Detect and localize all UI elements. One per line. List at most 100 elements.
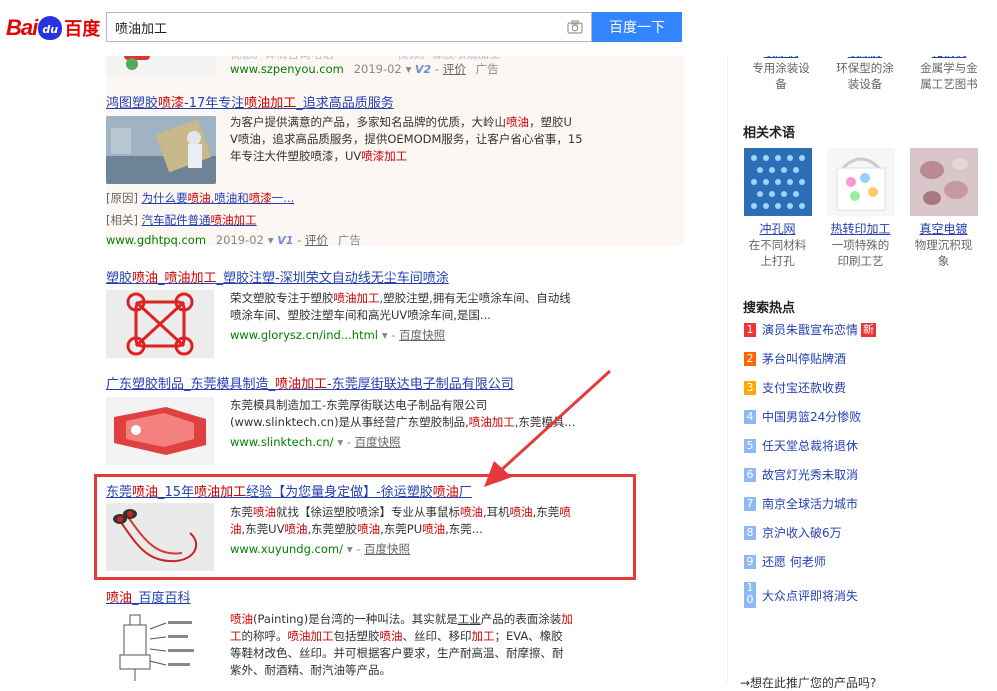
snapshot-link[interactable]: 百度快照 <box>355 435 401 449</box>
hot-text[interactable]: 茅台叫停贴牌酒 <box>762 350 846 367</box>
result-title[interactable]: 鸿图塑胶喷漆-17年专注喷油加工_追求高品质服务 <box>106 92 394 111</box>
hot-rank: 7 <box>744 496 756 511</box>
search-input[interactable] <box>107 13 563 41</box>
result-desc: 为客户提供满意的产品，多家知名品牌的优质，大岭山喷油，塑胶U V喷油，追求高品质服… <box>230 114 590 165</box>
result-thumbnail[interactable] <box>106 609 216 683</box>
related-desc: 象 <box>937 254 950 268</box>
baidu-logo[interactable]: Bai du 百度 <box>6 10 100 46</box>
result-url[interactable]: www.xuyundg.com/ <box>230 542 343 556</box>
result-title[interactable]: 塑胶喷油_喷油加工_塑胶注塑-深圳荣文自动线无尘车间喷涂 <box>106 267 449 286</box>
thumbnail-image <box>106 116 216 184</box>
sub-label: [原因] <box>106 191 138 205</box>
hot-text[interactable]: 中国男篮24分惨败 <box>762 408 861 425</box>
related-name[interactable]: 热转印加工 <box>823 220 898 237</box>
related-name[interactable]: 冲孔网 <box>740 220 815 237</box>
hot-rank: 4 <box>744 409 756 424</box>
title-part: 东莞 <box>106 485 133 500</box>
dropdown-icon[interactable]: ▾ <box>337 435 346 449</box>
desc-part: ,东莞 <box>532 505 560 519</box>
logo-text: Bai <box>6 15 38 40</box>
title-highlight: 喷油 <box>132 485 159 500</box>
result-title[interactable]: 喷油_百度百科 <box>106 587 191 606</box>
desc-part: 荣文塑胶专注于塑胶 <box>230 291 334 305</box>
dropdown-icon[interactable]: ▾ <box>268 233 277 247</box>
eval-link[interactable]: 评价 <box>443 62 466 76</box>
result-url[interactable]: www.gdhtpq.com <box>106 233 206 247</box>
logo-paw-text: du <box>42 23 59 36</box>
desc-highlight: 喷油 <box>230 612 253 626</box>
hot-item[interactable]: 3 支付宝还款收费 <box>744 379 846 396</box>
snapshot-link[interactable]: 百度快照 <box>364 542 410 556</box>
v-badge[interactable]: V1 <box>277 234 293 247</box>
title-highlight: 喷油加工 <box>164 271 217 286</box>
related-desc: 物理沉积现 <box>914 238 973 252</box>
hot-item[interactable]: 1 演员朱戬宣布恋情新 <box>744 321 877 338</box>
desc-highlight: 加工 <box>471 629 495 643</box>
result-title[interactable]: 广东塑胶制品_东莞模具制造_喷油加工-东莞厚街联达电子制品有限公司 <box>106 373 514 392</box>
related-card[interactable]: 真空电镀 物理沉积现 象 <box>906 148 981 269</box>
hot-item[interactable]: 7 南京全球活力城市 <box>744 495 858 512</box>
dropdown-icon[interactable]: ▾ <box>347 542 356 556</box>
hot-rank: 8 <box>744 525 756 540</box>
hot-item[interactable]: 10 大众点评即将消失 <box>744 582 858 608</box>
desc-link-text: 工业 <box>457 612 481 626</box>
title-part: _百度百科 <box>132 591 191 606</box>
hot-text[interactable]: 支付宝还款收费 <box>762 379 846 396</box>
result-url[interactable]: www.szpenyou.com <box>230 62 344 76</box>
sub-link[interactable]: 为什么要喷油,喷油和喷漆一... <box>142 191 295 205</box>
hot-text[interactable]: 大众点评即将消失 <box>762 587 858 604</box>
search-button[interactable]: 百度一下 <box>592 12 682 42</box>
dropdown-icon[interactable]: ▾ <box>406 62 415 76</box>
desc-part: ,东莞PU <box>380 522 423 536</box>
hot-item[interactable]: 5 任天堂总裁将退休 <box>744 437 858 454</box>
sub-part: 汽车配件普通 <box>141 213 211 227</box>
top-card-desc: 金属学与金 <box>920 61 978 75</box>
hot-rank: 6 <box>744 467 756 482</box>
related-card[interactable]: 冲孔网 在不同材料 上打孔 <box>740 148 815 269</box>
hot-item[interactable]: 4 中国男篮24分惨败 <box>744 408 861 425</box>
result-thumbnail[interactable] <box>106 290 214 358</box>
dropdown-icon[interactable]: ▾ <box>382 328 391 342</box>
thumbnail-image <box>106 290 214 358</box>
result-title[interactable]: 东莞喷油_15年喷油加工经验【为您量身定做】-徐运塑胶喷油厂 <box>106 481 472 500</box>
result-desc: 东莞喷油就找【徐运塑胶喷涂】专业从事鼠标喷油,耳机喷油,东莞喷 油,东莞UV喷油,… <box>230 504 595 538</box>
paw-icon: du <box>38 16 63 40</box>
hot-item[interactable]: 9 还愿 何老师 <box>744 553 826 570</box>
hot-text[interactable]: 京沪收入破6万 <box>762 524 842 541</box>
eval-link[interactable]: 评价 <box>305 233 328 247</box>
v-badge[interactable]: V2 <box>415 63 431 76</box>
result-url[interactable]: www.glorysz.cn/ind...html <box>230 328 378 342</box>
hot-item[interactable]: 8 京沪收入破6万 <box>744 524 842 541</box>
top-card-desc: 属工艺图书 <box>920 77 978 91</box>
desc-part: 、丝印、移印 <box>402 629 472 643</box>
hot-text[interactable]: 故宫灯光秀未取消 <box>762 466 858 483</box>
hot-text[interactable]: 南京全球活力城市 <box>762 495 858 512</box>
related-image <box>743 148 812 216</box>
hot-item[interactable]: 6 故宫灯光秀未取消 <box>744 466 858 483</box>
hot-item[interactable]: 2 茅台叫停贴牌酒 <box>744 350 846 367</box>
result-thumbnail[interactable] <box>106 397 214 465</box>
desc-highlight: 喷油 <box>506 115 529 129</box>
sub-highlight: 喷油加工 <box>210 213 257 227</box>
title-highlight: 喷油加工 <box>275 377 328 392</box>
sub-link[interactable]: 汽车配件普通喷油加工 <box>142 213 257 227</box>
result-url[interactable]: www.slinktech.cn/ <box>230 435 333 449</box>
hot-text[interactable]: 演员朱戬宣布恋情 <box>762 321 858 338</box>
title-part: 经验【为您量身定做】-徐运塑胶 <box>246 485 433 500</box>
camera-icon[interactable] <box>567 20 583 34</box>
related-card[interactable]: 热转印加工 一项特殊的 印刷工艺 <box>823 148 898 269</box>
snapshot-link[interactable]: 百度快照 <box>399 328 445 342</box>
desc-part: 年专注大件塑胶喷漆，UV <box>230 149 362 163</box>
desc-part: 东莞 <box>230 505 253 519</box>
desc-part: V喷油，追求高品质服务，提供OEMODM服务，让客户省心省事，15 <box>230 132 583 146</box>
sub-part: 为什么要 <box>141 191 188 205</box>
desc-highlight: 喷油 <box>284 522 308 536</box>
related-name[interactable]: 真空电镀 <box>906 220 981 237</box>
desc-part: ,东莞... <box>445 522 483 536</box>
hot-text[interactable]: 还愿 何老师 <box>762 553 826 570</box>
result-thumbnail[interactable] <box>106 116 216 184</box>
desc-part: ；EVA、橡胶 <box>494 629 563 643</box>
result-thumbnail[interactable] <box>106 503 214 571</box>
title-highlight: 喷漆 <box>158 96 185 111</box>
hot-text[interactable]: 任天堂总裁将退休 <box>762 437 858 454</box>
